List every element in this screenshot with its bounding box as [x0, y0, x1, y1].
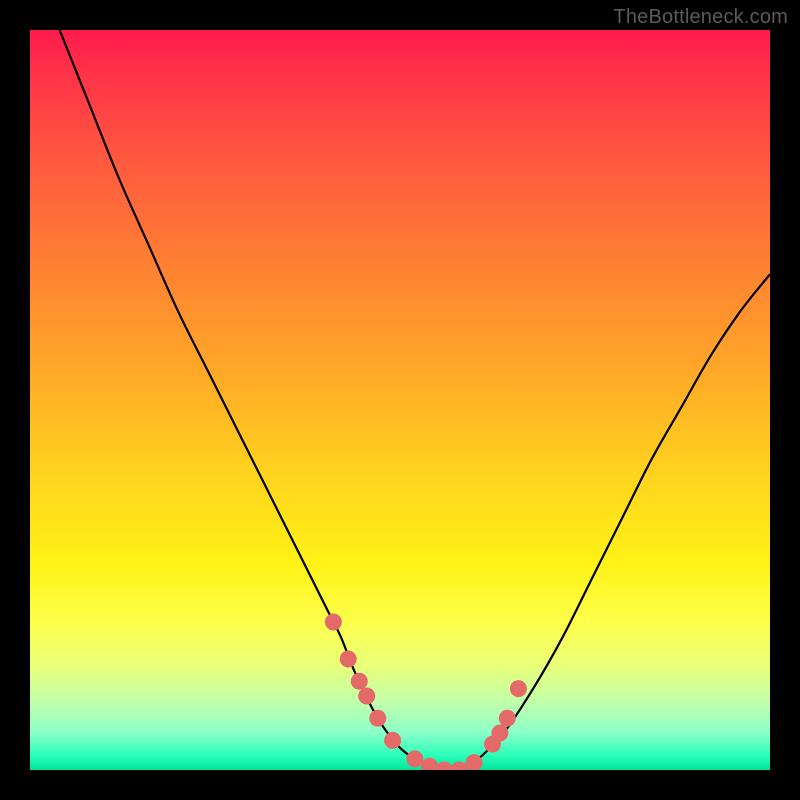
highlight-marker	[499, 710, 516, 727]
highlight-marker	[421, 758, 438, 770]
watermark-text: TheBottleneck.com	[613, 6, 788, 29]
highlight-markers-group	[325, 614, 527, 771]
highlight-marker	[406, 750, 423, 767]
highlight-marker	[384, 732, 401, 749]
highlight-marker	[325, 614, 342, 631]
chart-svg	[30, 30, 770, 770]
highlight-marker	[436, 762, 453, 771]
highlight-marker	[369, 710, 386, 727]
highlight-marker	[491, 725, 508, 742]
highlight-marker	[451, 762, 468, 771]
highlight-marker	[358, 688, 375, 705]
highlight-marker	[340, 651, 357, 668]
highlight-marker	[351, 673, 368, 690]
highlight-marker	[510, 680, 527, 697]
bottleneck-curve-path	[60, 30, 770, 770]
